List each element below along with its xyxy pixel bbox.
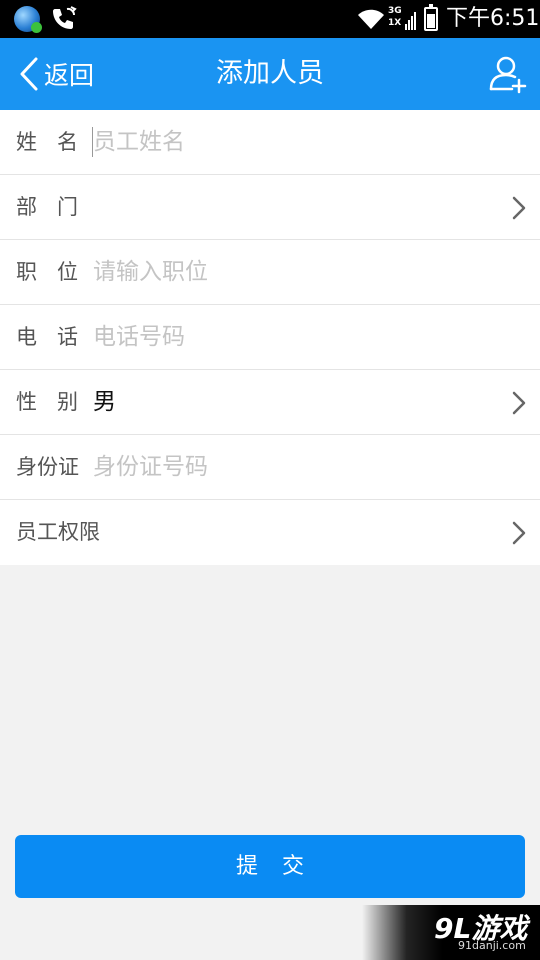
signal-bar (408, 20, 410, 30)
cellular-signal-icon: 3G 1X (388, 6, 418, 32)
header-bar: 返回 添加人员 (0, 38, 540, 110)
globe-icon (14, 6, 42, 33)
name-label: 姓名 (16, 130, 98, 154)
network-type-bottom: 1X (388, 18, 402, 28)
name-input[interactable]: 员工姓名 (93, 110, 185, 175)
position-input[interactable]: 请输入职位 (93, 240, 208, 305)
department-row[interactable]: 部门 (0, 175, 540, 240)
signal-bar (411, 16, 413, 30)
permissions-row[interactable]: 员工权限 (0, 500, 540, 565)
submit-button[interactable]: 提交 (15, 835, 525, 898)
employee-form: 姓名 员工姓名 部门 职位 请输入职位 电话 电话号码 性别 男 身份证 身份证… (0, 110, 540, 565)
signal-bars-icon (405, 6, 417, 30)
status-time: 下午6:51 (446, 6, 540, 31)
id-card-label: 身份证 (16, 455, 79, 479)
phone-input[interactable]: 电话号码 (93, 305, 185, 370)
phone-call-icon (53, 6, 77, 29)
chevron-right-icon (512, 391, 526, 415)
watermark-url: 91danji.com (458, 939, 526, 952)
name-row[interactable]: 姓名 员工姓名 (0, 110, 540, 175)
position-label: 职位 (16, 260, 98, 284)
wifi-icon (358, 9, 384, 29)
gender-row[interactable]: 性别 男 (0, 370, 540, 435)
network-type-top: 3G (388, 6, 402, 16)
watermark: 9L游戏 91danji.com (362, 905, 540, 960)
chevron-left-icon (20, 57, 38, 91)
id-card-row[interactable]: 身份证 身份证号码 (0, 435, 540, 500)
back-button[interactable]: 返回 (18, 52, 94, 96)
position-row[interactable]: 职位 请输入职位 (0, 240, 540, 305)
chevron-right-icon (512, 521, 526, 545)
chevron-right-icon (512, 196, 526, 220)
gender-label: 性别 (16, 390, 98, 414)
status-bar: 3G 1X 下午6:51 (0, 0, 540, 38)
signal-bar (414, 12, 416, 30)
page-title: 添加人员 (216, 58, 324, 89)
back-label: 返回 (44, 61, 95, 90)
id-card-input[interactable]: 身份证号码 (93, 435, 208, 500)
battery-icon (424, 4, 438, 31)
signal-bar (405, 24, 407, 30)
add-user-icon[interactable] (488, 54, 528, 94)
department-label: 部门 (16, 195, 98, 219)
phone-label: 电话 (16, 325, 98, 349)
phone-row[interactable]: 电话 电话号码 (0, 305, 540, 370)
permissions-label: 员工权限 (16, 520, 100, 544)
gender-value: 男 (93, 389, 116, 415)
